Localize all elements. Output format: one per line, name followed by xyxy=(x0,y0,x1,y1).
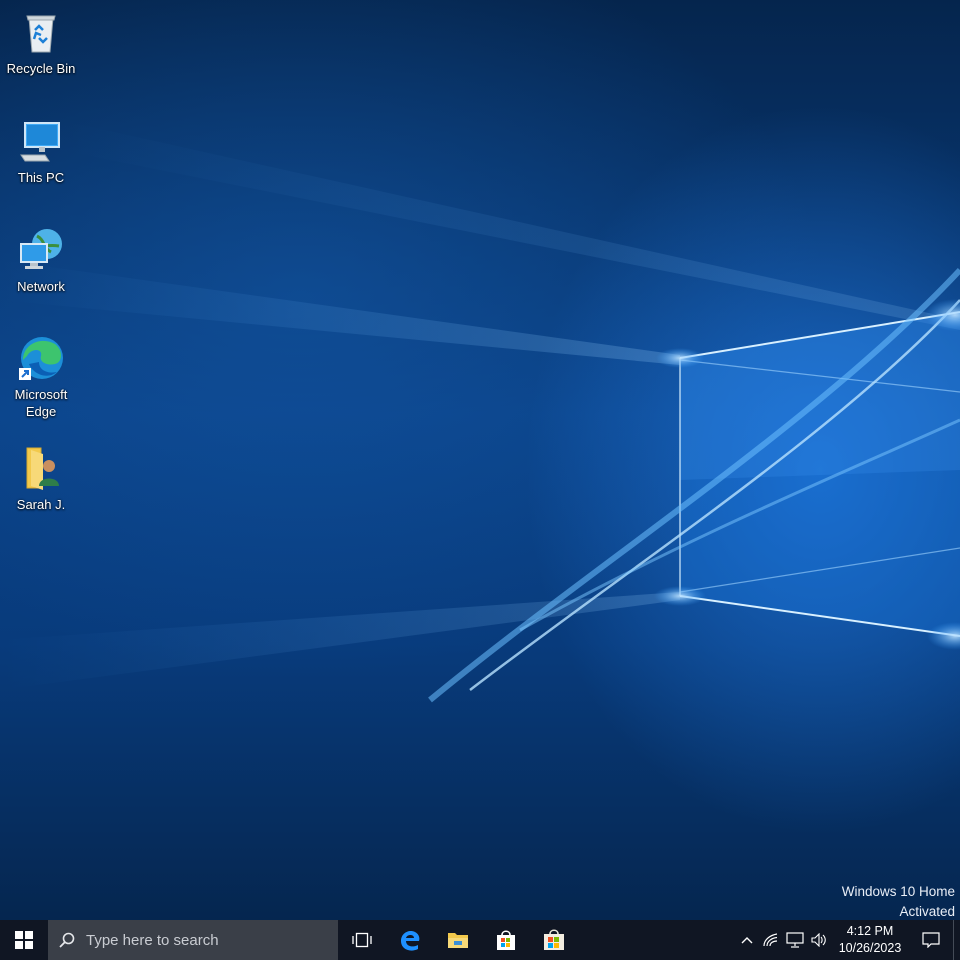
watermark-edition: Windows 10 Home xyxy=(841,884,955,899)
desktop-icon-recycle-bin[interactable]: Recycle Bin xyxy=(4,8,78,77)
notification-icon xyxy=(922,932,940,948)
show-desktop-button[interactable] xyxy=(953,920,960,960)
desktop-icon-microsoft-edge[interactable]: Microsoft Edge xyxy=(4,334,78,420)
desktop-icon-label: Network xyxy=(17,279,65,294)
volume-icon xyxy=(811,933,826,947)
task-view-icon xyxy=(352,932,372,948)
show-hidden-icons-button[interactable] xyxy=(735,920,759,960)
recycle-bin-icon xyxy=(26,15,56,53)
chevron-up-icon xyxy=(741,937,753,944)
taskbar-file-explorer-button[interactable] xyxy=(434,920,482,960)
taskbar-store-bag-button[interactable] xyxy=(530,920,578,960)
desktop-icon-label: Microsoft Edge xyxy=(14,387,68,419)
desktop[interactable]: Recycle Bin This PC Network Microsoft Ed… xyxy=(0,0,960,920)
search-icon xyxy=(48,932,86,948)
store-icon xyxy=(497,930,515,950)
action-center-button[interactable] xyxy=(909,920,953,960)
desktop-icon-this-pc[interactable]: This PC xyxy=(4,117,78,186)
activation-watermark: Windows 10 Home Activated xyxy=(842,882,955,920)
network-icon xyxy=(786,932,804,948)
clock-date: 10/26/2023 xyxy=(838,941,902,955)
windows-logo-icon xyxy=(15,931,33,949)
file-explorer-icon xyxy=(448,933,468,948)
desktop-icon-label: This PC xyxy=(17,170,65,185)
desktop-icon-user-folder[interactable]: Sarah J. xyxy=(4,444,78,513)
clock[interactable]: 4:12 PM 10/26/2023 xyxy=(831,923,909,957)
desktop-icon-label: Recycle Bin xyxy=(6,61,76,76)
search-placeholder: Type here to search xyxy=(86,931,219,949)
wifi-button[interactable] xyxy=(759,920,783,960)
taskbar-store-button[interactable] xyxy=(482,920,530,960)
network-status-button[interactable] xyxy=(783,920,807,960)
wallpaper xyxy=(0,120,960,703)
taskbar: Type here to search 4:12 PM 10/26/2023 xyxy=(0,920,960,960)
start-button[interactable] xyxy=(0,920,48,960)
taskbar-edge-button[interactable] xyxy=(386,920,434,960)
task-view-button[interactable] xyxy=(338,920,386,960)
desktop-icon-network[interactable]: Network xyxy=(4,226,78,295)
volume-button[interactable] xyxy=(807,920,831,960)
search-box[interactable]: Type here to search xyxy=(48,920,338,960)
user-folder-icon xyxy=(26,447,59,490)
edge-icon xyxy=(19,337,63,380)
edge-legacy-icon xyxy=(401,931,420,951)
system-tray: 4:12 PM 10/26/2023 xyxy=(735,920,960,960)
network-icon xyxy=(20,229,62,269)
computer-icon xyxy=(20,122,60,162)
wifi-icon xyxy=(763,933,778,947)
clock-time: 4:12 PM xyxy=(846,924,894,938)
store-bag-icon xyxy=(544,929,564,950)
desktop-icon-label: Sarah J. xyxy=(16,497,66,512)
watermark-status: Activated xyxy=(899,904,955,919)
